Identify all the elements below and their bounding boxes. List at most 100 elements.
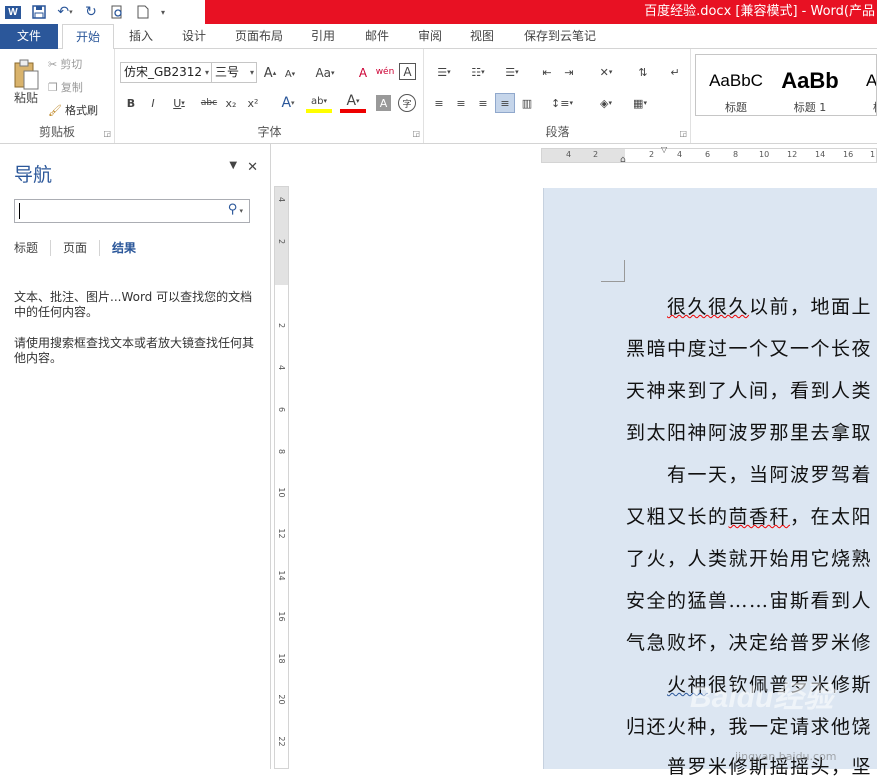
change-case-button[interactable]: Aa ▾ <box>310 63 340 83</box>
nav-tab-pages[interactable]: 页面 <box>51 240 101 256</box>
redo-icon[interactable]: ↻ <box>78 0 104 24</box>
customize-icon[interactable]: ▾ <box>156 0 170 24</box>
title-area: 百度经验.docx [兼容模式] - Word(产品 <box>205 0 877 24</box>
ruler-tick: 6 <box>705 150 711 159</box>
bullets-icon[interactable]: ☰ ▾ <box>429 62 459 82</box>
ruler-tick: 16 <box>277 611 286 622</box>
copy-label: 复制 <box>60 81 83 94</box>
nav-search-input[interactable]: ⚲ ▾ <box>14 199 250 223</box>
new-doc-icon[interactable] <box>130 0 156 24</box>
enclose-char-icon[interactable]: 字 <box>398 94 416 112</box>
sort-icon[interactable]: ⇅ <box>633 62 653 82</box>
chinese-layout-icon[interactable]: ✕ ▾ <box>591 62 621 82</box>
multilevel-list-icon[interactable]: ☰ ▾ <box>497 62 527 82</box>
paste-button[interactable]: 粘贴 <box>6 89 46 105</box>
style-heading-1[interactable]: AaBb 标题 1 <box>772 63 848 115</box>
tab-view[interactable]: 视图 <box>462 24 502 49</box>
doc-line[interactable]: 归还火种，我一定请求他饶 <box>626 712 872 739</box>
subscript-button[interactable]: x₂ <box>222 93 240 113</box>
doc-line[interactable]: 很久很久以前，地面上 <box>626 292 872 319</box>
doc-line[interactable]: 又粗又长的茴香秆，在太阳 <box>626 502 872 529</box>
close-icon[interactable]: ✕ <box>247 160 258 175</box>
shading-icon[interactable]: ◈ ▾ <box>591 93 621 113</box>
style-title[interactable]: AaBl 标题 <box>846 63 876 115</box>
tab-references[interactable]: 引用 <box>304 24 342 49</box>
font-size-select[interactable]: 三号 ▾ <box>211 62 257 83</box>
bold-button[interactable]: B <box>122 93 140 113</box>
copy-button[interactable]: ❐ 复制 <box>48 78 83 96</box>
font-color-button[interactable]: A ▾ <box>340 93 366 113</box>
justify-icon[interactable]: ≡ <box>495 93 515 113</box>
borders-icon[interactable]: ▦ ▾ <box>625 93 655 113</box>
style-normal[interactable]: AaBbC 标题 <box>698 63 774 115</box>
show-marks-icon[interactable]: ↵ <box>665 62 685 82</box>
doc-line[interactable]: 气急败坏，决定给普罗米修 <box>626 628 872 655</box>
ruler-tick: 4 <box>566 150 572 159</box>
phonetic-guide-icon[interactable]: wén <box>374 61 396 83</box>
tab-design[interactable]: 设计 <box>174 24 214 49</box>
ruler-tick: 4 <box>277 196 286 203</box>
ruler-tick: 4 <box>677 150 683 159</box>
grow-font-label: A <box>263 65 273 81</box>
style-sample: AaBb <box>781 68 839 93</box>
undo-icon[interactable]: ↶ ▾ <box>52 0 78 24</box>
doc-line[interactable]: 有一天，当阿波罗驾着 <box>626 460 872 487</box>
char-shading-icon[interactable]: A <box>376 95 391 111</box>
nav-controls: ▼ ✕ <box>229 160 258 175</box>
superscript-label: x² <box>247 96 259 110</box>
paragraph-dialog-launcher-icon[interactable]: ◲ <box>679 129 687 138</box>
shrink-font-button[interactable]: A ▾ <box>282 65 298 83</box>
italic-button[interactable]: I <box>144 93 162 113</box>
doc-line[interactable]: 了火，人类就开始用它烧熟 <box>626 544 872 571</box>
clear-format-icon[interactable]: A <box>354 63 372 83</box>
save-icon[interactable] <box>26 0 52 24</box>
line-spacing-icon[interactable]: ↕≡ ▾ <box>547 93 577 113</box>
tab-file[interactable]: 文件 <box>0 24 58 49</box>
tab-insert[interactable]: 插入 <box>122 24 160 49</box>
nav-tab-results[interactable]: 结果 <box>100 240 148 256</box>
font-name-select[interactable]: 仿宋_GB2312 ▾ <box>120 62 212 83</box>
search-icon[interactable]: ⚲ ▾ <box>228 202 243 217</box>
enclose-char-label: 字 <box>402 99 412 110</box>
decrease-indent-icon[interactable]: ⇤ <box>537 62 557 82</box>
dialog-launcher-icon[interactable]: ◲ <box>103 129 111 138</box>
align-center-icon[interactable]: ≡ <box>451 93 471 113</box>
superscript-button[interactable]: x² <box>244 93 262 113</box>
cut-button[interactable]: ✂ 剪切 <box>48 55 82 73</box>
watermark-logo: Baidu经验 <box>690 681 834 714</box>
grow-font-button[interactable]: A ▴ <box>262 63 278 83</box>
doc-line[interactable]: 黑暗中度过一个又一个长夜 <box>626 334 872 361</box>
distributed-icon[interactable]: ▥ <box>517 93 537 113</box>
doc-line[interactable]: 到太阳神阿波罗那里去拿取 <box>626 418 872 445</box>
text-effects-button[interactable]: A ▾ <box>276 93 300 113</box>
underline-button[interactable]: U ▾ <box>166 93 192 113</box>
tab-cloud-notes[interactable]: 保存到云笔记 <box>516 24 604 49</box>
align-right-icon[interactable]: ≡ <box>473 93 493 113</box>
increase-indent-icon[interactable]: ⇥ <box>559 62 579 82</box>
tab-review[interactable]: 审阅 <box>410 24 450 49</box>
nav-options-icon[interactable]: ▼ <box>229 160 237 175</box>
tab-home[interactable]: 开始 <box>62 24 114 50</box>
format-painter-button[interactable]: 🖌 格式刷 <box>48 101 98 119</box>
doc-line[interactable]: 天神来到了人间，看到人类 <box>626 376 872 403</box>
format-painter-label: 格式刷 <box>64 104 98 117</box>
doc-line[interactable]: 安全的猛兽……宙斯看到人 <box>626 586 872 613</box>
print-preview-icon[interactable] <box>104 0 130 24</box>
tab-layout[interactable]: 页面布局 <box>228 24 290 49</box>
vertical-ruler-track: 4 2 2 4 6 8 10 12 14 16 18 20 22 <box>274 186 289 769</box>
tab-mailings[interactable]: 邮件 <box>356 24 398 49</box>
highlight-button[interactable]: ab ▾ <box>306 93 332 113</box>
align-left-icon[interactable]: ≡ <box>429 93 449 113</box>
shrink-font-label: A <box>284 68 292 80</box>
word-icon[interactable]: W <box>0 0 26 24</box>
font-dialog-launcher-icon[interactable]: ◲ <box>412 129 420 138</box>
ruler-tick: 2 <box>277 322 286 329</box>
char-border-icon[interactable]: A <box>399 63 416 80</box>
ruler-tick: 22 <box>277 736 286 747</box>
style-name: 标题 1 <box>793 101 827 114</box>
ruler-tick: 1 <box>870 150 876 159</box>
nav-tab-headings[interactable]: 标题 <box>14 240 52 256</box>
first-line-indent-marker[interactable]: ▽ <box>661 145 667 154</box>
strikethrough-button[interactable]: abc <box>198 93 220 113</box>
numbering-icon[interactable]: ☷ ▾ <box>463 62 493 82</box>
